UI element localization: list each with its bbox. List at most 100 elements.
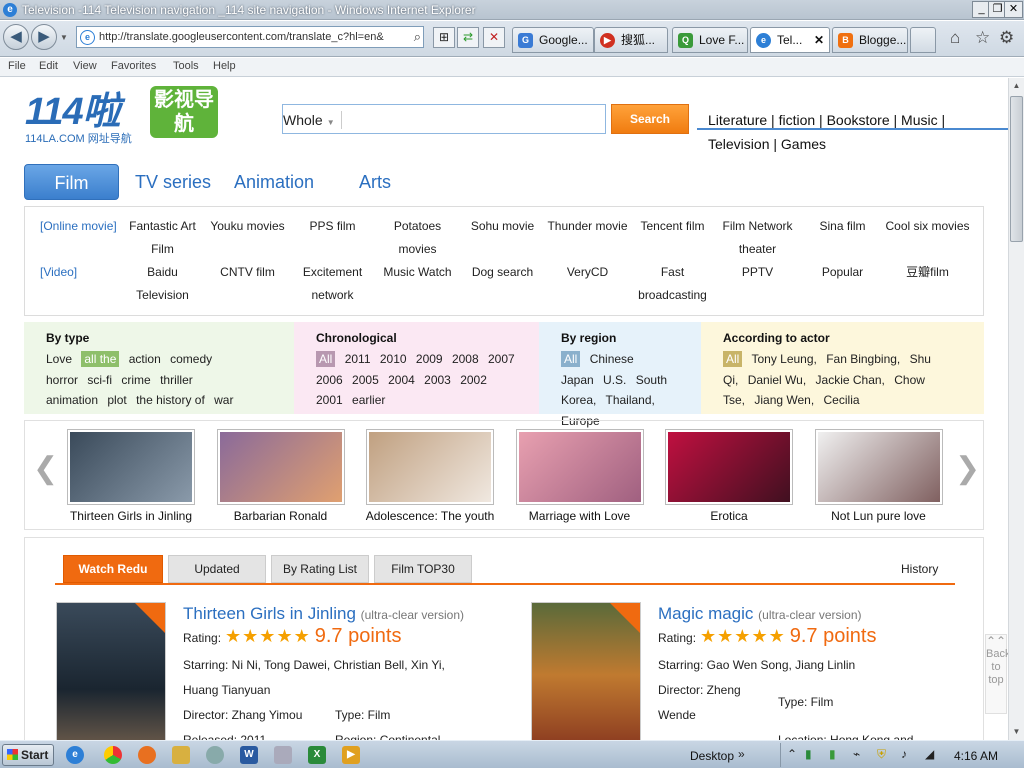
wifi-icon[interactable]: ◢ xyxy=(925,747,934,761)
filter-option[interactable]: Thailand, xyxy=(605,393,654,407)
browser-tab-4[interactable]: e Tel... ✕ xyxy=(750,27,830,53)
filter-option[interactable]: All xyxy=(561,351,581,367)
carousel-poster[interactable] xyxy=(515,429,644,505)
filter-option[interactable]: 2001 xyxy=(316,393,343,407)
movie-title[interactable]: Thirteen Girls in Jinling xyxy=(183,604,356,623)
chat-taskbar-icon[interactable] xyxy=(206,746,224,764)
video-link[interactable]: 豆瓣film xyxy=(885,261,970,284)
online-movie-link[interactable]: Youku movies xyxy=(205,215,290,238)
video-label[interactable]: [Video] xyxy=(40,265,77,279)
favorites-star-icon[interactable]: ☆ xyxy=(975,28,990,48)
menu-edit[interactable]: Edit xyxy=(39,60,58,72)
filter-option[interactable]: 2005 xyxy=(352,373,379,387)
online-movie-link[interactable]: Potatoes movies xyxy=(375,215,460,261)
link-fiction[interactable]: fiction xyxy=(779,112,816,128)
carousel-title[interactable]: Adolescence: The youth xyxy=(350,509,510,523)
link-music[interactable]: Music xyxy=(901,112,938,128)
volume-icon[interactable]: ♪ xyxy=(901,747,907,761)
online-movie-link[interactable]: Film Network theater xyxy=(715,215,800,261)
filter-option[interactable]: the history of xyxy=(136,393,205,407)
filter-option[interactable]: Japan xyxy=(561,373,594,387)
video-link[interactable]: Baidu Television xyxy=(120,261,205,307)
video-link[interactable]: Music Watch xyxy=(375,261,460,284)
back-button[interactable]: ◀ xyxy=(3,24,29,50)
carousel-title[interactable]: Marriage with Love xyxy=(500,509,660,523)
carousel-title[interactable]: Erotica xyxy=(649,509,809,523)
filter-option[interactable]: 2009 xyxy=(416,352,443,366)
filter-option[interactable]: Fan Bingbing, xyxy=(826,352,900,366)
stop-button[interactable]: ✕ xyxy=(483,27,505,48)
menu-view[interactable]: View xyxy=(73,60,97,72)
desktop-toolbar[interactable]: Desktop xyxy=(690,749,734,763)
filter-option[interactable]: Chinese xyxy=(590,352,634,366)
tab-tv-series[interactable]: TV series xyxy=(124,164,222,200)
carousel-prev-icon[interactable]: ❮ xyxy=(33,451,58,486)
menu-file[interactable]: File xyxy=(8,60,26,72)
tools-gear-icon[interactable]: ⚙ xyxy=(999,28,1014,48)
filter-option[interactable]: Jiang Wen, xyxy=(754,393,814,407)
filter-option[interactable]: war xyxy=(214,393,233,407)
tab-arts[interactable]: Arts xyxy=(344,164,406,200)
browser-tab-2[interactable]: ▶ 搜狐... xyxy=(594,27,668,53)
history-link[interactable]: History xyxy=(901,562,938,576)
word-taskbar-icon[interactable]: W xyxy=(240,746,258,764)
video-link[interactable]: Fast broadcasting xyxy=(630,261,715,307)
carousel-title[interactable]: Not Lun pure love xyxy=(799,509,959,523)
scroll-up-icon[interactable]: ▲ xyxy=(1009,78,1024,93)
online-movie-link[interactable]: Thunder movie xyxy=(545,215,630,238)
filter-option[interactable]: animation xyxy=(46,393,98,407)
filter-option[interactable]: Daniel Wu, xyxy=(748,373,806,387)
link-bookstore[interactable]: Bookstore xyxy=(827,112,890,128)
search-button[interactable]: Search xyxy=(611,104,689,134)
browser-tab-3[interactable]: Q Love F... xyxy=(672,27,748,53)
close-button[interactable]: ✕ xyxy=(1004,1,1023,18)
filter-option[interactable]: 2008 xyxy=(452,352,479,366)
online-movie-link[interactable]: Cool six movies xyxy=(885,215,970,238)
usb-icon[interactable]: ⌁ xyxy=(853,747,860,761)
video-link[interactable]: Popular xyxy=(800,261,885,284)
new-tab-button[interactable] xyxy=(910,27,936,53)
filter-option[interactable]: thriller xyxy=(160,373,193,387)
video-link[interactable]: Excitement network xyxy=(290,261,375,307)
filter-option[interactable]: Tse, xyxy=(723,393,745,407)
filter-option[interactable]: plot xyxy=(107,393,126,407)
link-television[interactable]: Television xyxy=(708,136,769,152)
filter-option[interactable]: Love xyxy=(46,352,72,366)
filter-option[interactable]: sci-fi xyxy=(87,373,112,387)
refresh-button[interactable]: ⇄ xyxy=(457,27,479,48)
online-movie-link[interactable]: Sina film xyxy=(800,215,885,238)
filter-option[interactable]: horror xyxy=(46,373,78,387)
notepad-taskbar-icon[interactable] xyxy=(274,746,292,764)
filter-option[interactable]: 2006 xyxy=(316,373,343,387)
filter-option[interactable]: 2011 xyxy=(345,352,371,366)
tray-expand-icon[interactable]: ⌃ xyxy=(787,747,797,761)
signal-icon[interactable]: ▮ xyxy=(829,747,836,761)
online-movie-link[interactable]: Tencent film xyxy=(630,215,715,238)
video-link[interactable]: Dog search xyxy=(460,261,545,284)
folder-taskbar-icon[interactable] xyxy=(172,746,190,764)
close-tab-icon[interactable]: ✕ xyxy=(814,28,824,52)
browser-tab-5[interactable]: B Blogge... xyxy=(832,27,908,53)
filter-option[interactable]: comedy xyxy=(170,352,212,366)
tab-watch-redu[interactable]: Watch Redu xyxy=(63,555,163,583)
start-button[interactable]: Start xyxy=(2,744,54,766)
movie-title-1[interactable]: Thirteen Girls in Jinling (ultra-clear v… xyxy=(183,604,464,624)
media-taskbar-icon[interactable]: ▶ xyxy=(342,746,360,764)
chrome-taskbar-icon[interactable] xyxy=(104,746,122,764)
scrollbar-thumb[interactable] xyxy=(1010,96,1023,242)
carousel-next-icon[interactable]: ❯ xyxy=(955,451,980,486)
filter-option[interactable]: 2002 xyxy=(460,373,487,387)
carousel-poster[interactable] xyxy=(814,429,943,505)
carousel-poster[interactable] xyxy=(67,429,195,505)
filter-option[interactable]: U.S. xyxy=(603,373,626,387)
search-box[interactable]: Whole ▼ xyxy=(282,104,606,134)
home-icon[interactable]: ⌂ xyxy=(950,28,960,48)
video-link[interactable]: PPTV xyxy=(715,261,800,284)
network-icon[interactable]: ▮ xyxy=(805,747,812,761)
filter-option[interactable]: Cecilia xyxy=(824,393,860,407)
carousel-title[interactable]: Barbarian Ronald xyxy=(201,509,361,523)
firefox-taskbar-icon[interactable] xyxy=(138,746,156,764)
filter-option[interactable]: Jackie Chan, xyxy=(816,373,885,387)
address-bar[interactable]: e http://translate.googleusercontent.com… xyxy=(76,26,424,48)
tab-by-rating[interactable]: By Rating List xyxy=(271,555,369,583)
